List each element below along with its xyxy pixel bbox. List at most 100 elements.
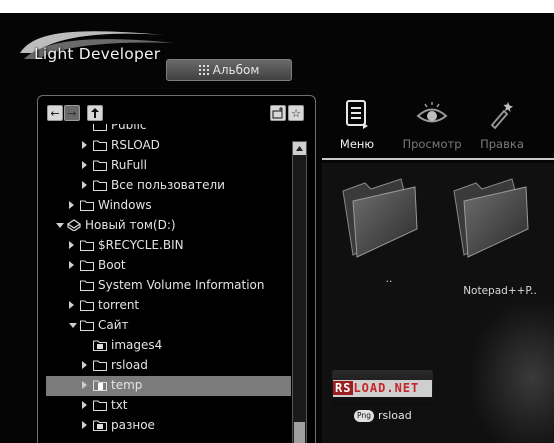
file-folder-icon	[93, 379, 107, 391]
eye-icon	[416, 102, 448, 123]
collapsed-arrow-icon[interactable]	[69, 301, 74, 309]
edit-wand-icon	[490, 102, 513, 129]
folder-icon	[93, 124, 107, 131]
image-thumbnail[interactable]: RS LOAD.NET	[332, 370, 433, 405]
folder-icon	[93, 179, 107, 191]
collapsed-arrow-icon[interactable]	[82, 381, 87, 389]
collapsed-arrow-icon[interactable]	[82, 181, 87, 189]
folder-tree-panel: ← → ☆ Public RSLOAD RuFull Все пользователи…	[37, 95, 316, 443]
tree-row-label: Все пользователи	[111, 178, 225, 192]
folder-icon	[80, 199, 94, 211]
tree-row-label: rsload	[111, 358, 148, 372]
tree-row[interactable]: Boot	[46, 256, 291, 276]
up-folder-icon[interactable]	[87, 105, 103, 121]
folder-icon	[342, 178, 418, 258]
tree-row-label: Новый том(D:)	[85, 218, 176, 232]
new-folder-icon[interactable]	[270, 105, 286, 121]
tree-row[interactable]: rsload	[46, 356, 291, 376]
image-folder-icon	[93, 339, 107, 351]
tree-row-label: RuFull	[111, 158, 147, 172]
tree-row-label: txt	[111, 398, 128, 412]
tree-row-label: Windows	[98, 198, 152, 212]
tree-row[interactable]: temp	[46, 376, 291, 396]
tool-view[interactable]: Просмотр	[397, 95, 467, 155]
view-toolbar: Меню Просмотр Правка	[322, 95, 554, 155]
app-window: Light Developer Альбом ← → ☆ Public RSLOA…	[0, 13, 554, 443]
back-arrow-icon[interactable]: ←	[47, 105, 63, 121]
folder-icon	[80, 259, 94, 271]
expanded-arrow-icon[interactable]	[56, 223, 64, 228]
image-file-label[interactable]: Png rsload	[354, 409, 412, 422]
tree-row-label: $RECYCLE.BIN	[98, 238, 184, 252]
tree-row[interactable]: Новый том(D:)	[46, 216, 291, 236]
tree-row-label: temp	[111, 378, 143, 392]
tree-row-label: Boot	[98, 258, 126, 272]
drive-icon	[66, 219, 82, 232]
collapsed-arrow-icon[interactable]	[69, 201, 74, 209]
folder-icon	[80, 239, 94, 251]
tree-row[interactable]: RuFull	[46, 156, 291, 176]
tree-row[interactable]: $RECYCLE.BIN	[46, 236, 291, 256]
rsload-banner-image: RS LOAD.NET	[333, 380, 432, 397]
collapsed-arrow-icon[interactable]	[82, 141, 87, 149]
folder-icon	[93, 399, 107, 411]
folder-icon	[80, 279, 94, 291]
tree-row-label: Сайт	[98, 318, 129, 332]
folder-icon	[80, 299, 94, 311]
tree-row-label: torrent	[98, 298, 140, 312]
folder-tree-list: Public RSLOAD RuFull Все пользователи Window…	[46, 124, 291, 443]
tree-row[interactable]: images4	[46, 336, 291, 356]
tool-menu-label: Меню	[339, 137, 375, 151]
folder-icon	[93, 359, 107, 371]
tree-row[interactable]: Windows	[46, 196, 291, 216]
folder-icon	[93, 159, 107, 171]
logo-text: Light Developer	[34, 45, 161, 63]
tree-row-label: разное	[111, 418, 155, 432]
forward-arrow-icon[interactable]: →	[64, 105, 80, 121]
tree-row[interactable]: txt	[46, 396, 291, 416]
tool-edit-label: Правка	[480, 137, 524, 151]
collapsed-arrow-icon[interactable]	[69, 241, 74, 249]
scrollbar-thumb[interactable]	[294, 422, 305, 443]
album-button[interactable]: Альбом	[166, 59, 292, 81]
collapsed-arrow-icon[interactable]	[82, 361, 87, 369]
tree-row[interactable]: System Volume Information	[46, 276, 291, 296]
collapsed-arrow-icon[interactable]	[82, 401, 87, 409]
tree-row[interactable]: Public	[46, 124, 291, 136]
album-button-label: Альбом	[212, 63, 260, 77]
menu-document-icon	[346, 100, 368, 129]
tool-menu[interactable]: Меню	[322, 95, 392, 155]
collapsed-arrow-icon[interactable]	[69, 261, 74, 269]
collapsed-arrow-icon[interactable]	[82, 161, 87, 169]
folder-icon	[93, 139, 107, 151]
file-item-notepad[interactable]: Notepad++P..	[450, 177, 550, 297]
tree-row[interactable]: torrent	[46, 296, 291, 316]
folder-icon	[453, 178, 529, 258]
file-item-label: ..	[385, 273, 393, 285]
image-file-name: rsload	[378, 409, 412, 422]
folder-icon	[80, 319, 94, 331]
file-item-label: Notepad++P..	[463, 285, 537, 297]
tree-row-label: images4	[111, 338, 163, 352]
tool-view-label: Просмотр	[402, 137, 462, 151]
tree-row[interactable]: Сайт	[46, 316, 291, 336]
png-badge: Png	[354, 409, 374, 422]
expanded-arrow-icon[interactable]	[69, 323, 77, 328]
file-item-parent[interactable]: ..	[339, 177, 439, 287]
grid-icon	[198, 65, 209, 75]
image-folder-icon	[93, 419, 107, 431]
collapsed-arrow-icon[interactable]	[82, 421, 87, 429]
tree-row[interactable]: разное	[46, 416, 291, 436]
tree-row-label: Public	[111, 124, 147, 132]
toolbar-divider	[322, 158, 554, 160]
tree-row[interactable]: RSLOAD	[46, 136, 291, 156]
scroll-up-icon[interactable]	[293, 142, 306, 155]
tree-row-label: System Volume Information	[98, 278, 265, 292]
tree-row-label: RSLOAD	[111, 138, 160, 152]
favorite-star-icon[interactable]: ☆	[288, 105, 304, 121]
tree-row[interactable]: Все пользователи	[46, 176, 291, 196]
tool-edit[interactable]: Правка	[467, 95, 537, 155]
file-view-area: .. Notepad++P.. RS LOAD.NET Png rsload	[322, 163, 554, 443]
tree-scrollbar[interactable]	[292, 141, 307, 443]
tree-toolbar: ← → ☆	[47, 105, 309, 123]
